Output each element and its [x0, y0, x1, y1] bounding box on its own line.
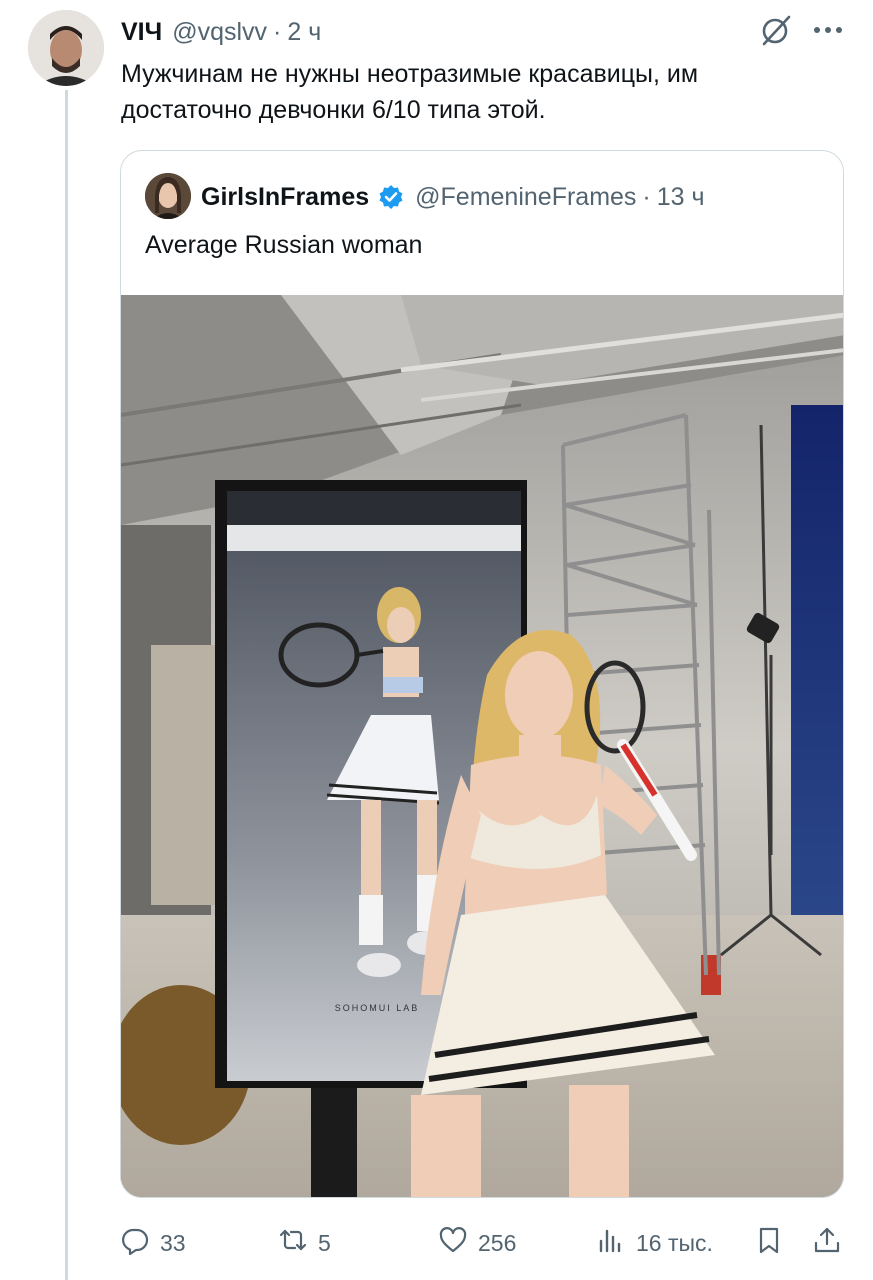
like-count: 256 — [478, 1229, 517, 1256]
verified-badge-icon — [377, 183, 405, 211]
post-text: Мужчинам не нужны неотразимые красавицы,… — [121, 60, 699, 124]
views-count: 16 тыс. — [636, 1229, 713, 1256]
like-icon — [438, 1225, 468, 1261]
quoted-author-handle[interactable]: @FemenineFrames — [415, 183, 636, 212]
views-icon — [596, 1225, 626, 1261]
quoted-header: GirlsInFrames @FemenineFrames · 13 ч — [201, 179, 705, 215]
share-icon — [812, 1225, 842, 1261]
screen-caption: SOHOMUI LAB — [335, 1003, 420, 1013]
separator-dot: · — [642, 182, 651, 211]
separator-dot: · — [273, 17, 282, 46]
author-handle[interactable]: @vqslvv — [172, 18, 267, 47]
bookmark-icon — [754, 1225, 784, 1261]
avatar[interactable] — [28, 10, 104, 86]
repost-icon — [278, 1225, 308, 1261]
action-bar: 33 5 256 16 тыс. — [120, 1218, 850, 1268]
post-header: VIЧ @vqslvv · 2 ч — [121, 14, 321, 50]
quoted-avatar[interactable] — [145, 173, 191, 219]
more-icon[interactable] — [808, 12, 848, 48]
repost-button[interactable]: 5 — [278, 1218, 331, 1268]
avatar-image — [28, 10, 104, 86]
reply-icon — [120, 1225, 150, 1261]
like-button[interactable]: 256 — [438, 1218, 516, 1268]
bookmark-button[interactable] — [754, 1218, 784, 1268]
quoted-text: Average Russian woman — [145, 231, 423, 259]
thread-line — [65, 90, 68, 1280]
reply-button[interactable]: 33 — [120, 1218, 186, 1268]
quoted-avatar-image — [145, 173, 191, 219]
quoted-author-name[interactable]: GirlsInFrames — [201, 183, 369, 212]
quoted-media-photo[interactable]: SOHOMUI LAB — [121, 295, 843, 1197]
quoted-time[interactable]: 13 ч — [657, 183, 705, 212]
share-button[interactable] — [812, 1218, 842, 1268]
views-button[interactable]: 16 тыс. — [596, 1218, 713, 1268]
repost-count: 5 — [318, 1229, 331, 1256]
author-name[interactable]: VIЧ — [121, 18, 162, 47]
post-time[interactable]: 2 ч — [287, 18, 321, 47]
grok-icon[interactable] — [758, 12, 794, 48]
reply-count: 33 — [160, 1229, 186, 1256]
quoted-post[interactable]: GirlsInFrames @FemenineFrames · 13 ч Ave… — [120, 150, 844, 1198]
